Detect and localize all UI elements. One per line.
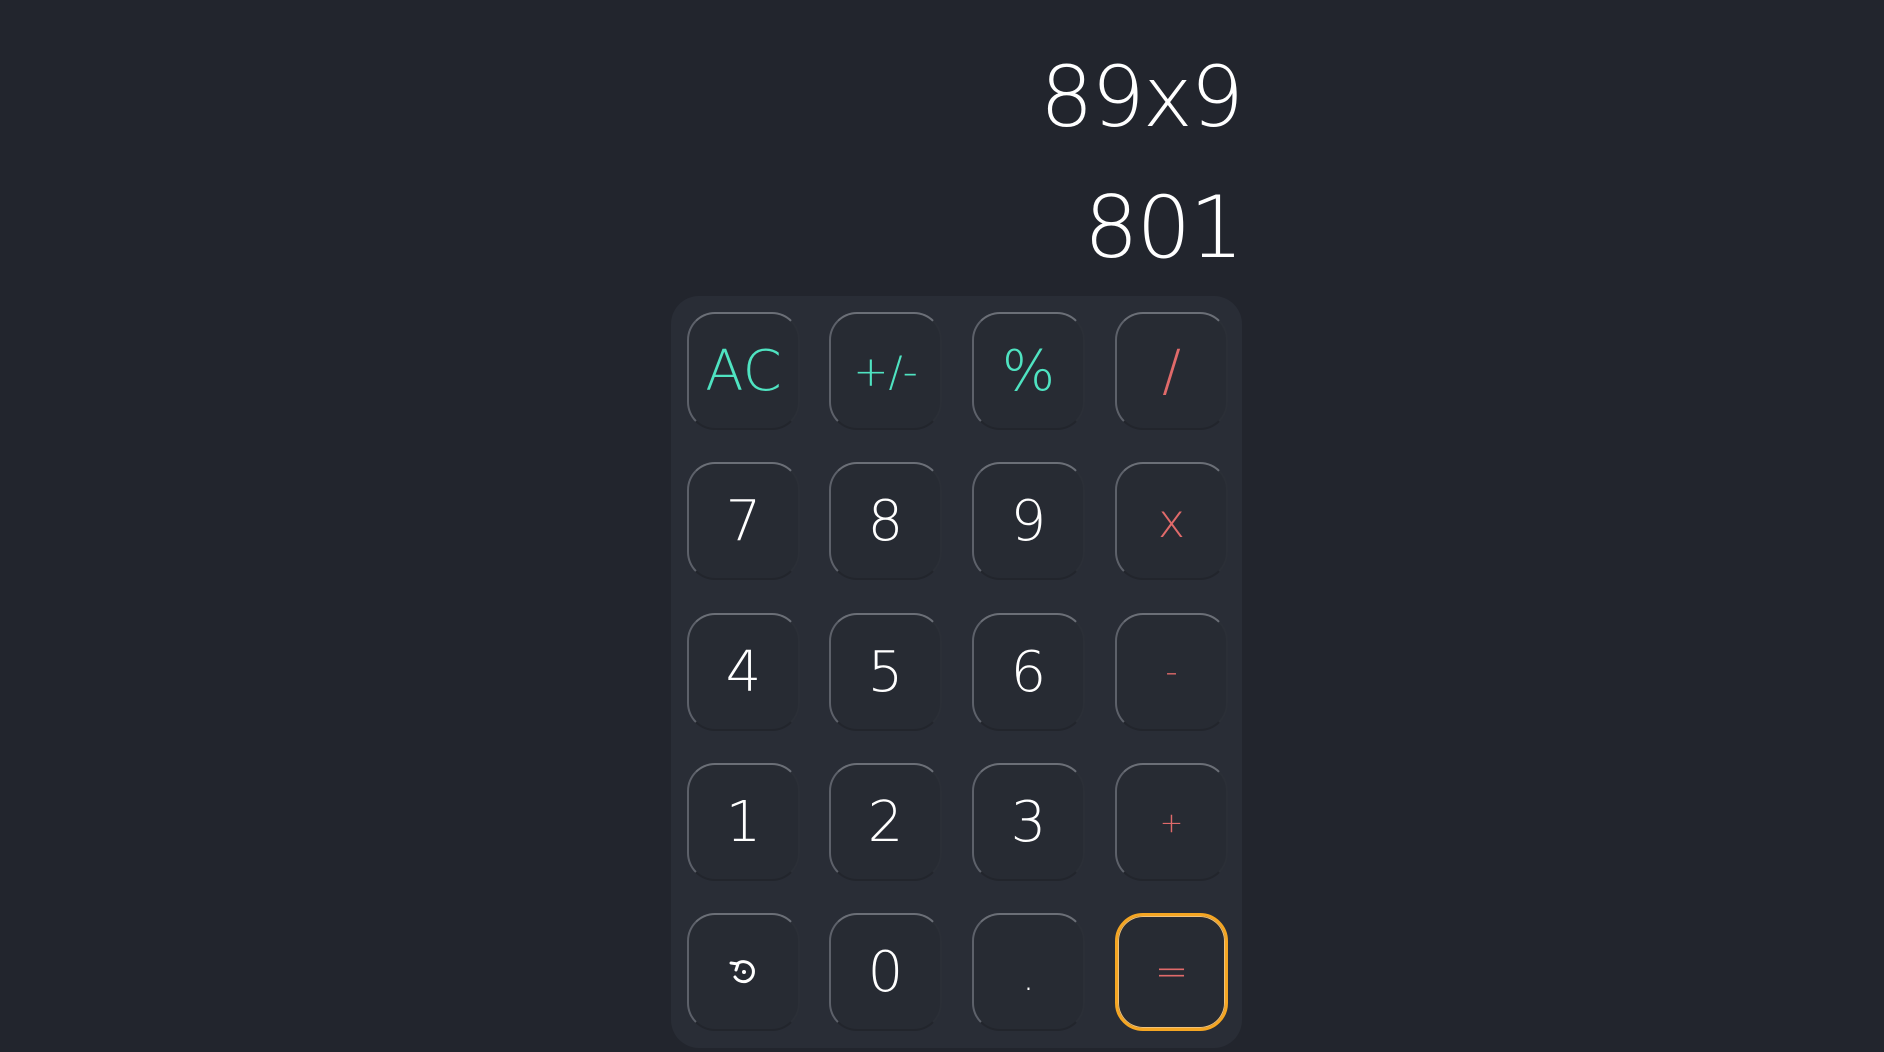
result-display: 801 (1083, 178, 1244, 278)
keypad: AC +/- % / 7 8 9 x 4 5 6 - 1 2 3 + 0 . = (671, 296, 1242, 1048)
digit-4-button[interactable]: 4 (687, 613, 800, 731)
equals-button[interactable]: = (1115, 913, 1228, 1031)
calculator-app: 89x9 801 AC +/- % / 7 8 9 x 4 5 6 - 1 2 … (0, 0, 1884, 1052)
negate-button[interactable]: +/- (829, 312, 942, 430)
expression-display: 89x9 (1039, 48, 1244, 146)
digit-9-button[interactable]: 9 (972, 462, 1085, 580)
digit-3-button[interactable]: 3 (972, 763, 1085, 881)
add-button[interactable]: + (1115, 763, 1228, 881)
history-icon (729, 960, 755, 984)
digit-1-button[interactable]: 1 (687, 763, 800, 881)
digit-5-button[interactable]: 5 (829, 613, 942, 731)
percent-button[interactable]: % (972, 312, 1085, 430)
divide-button[interactable]: / (1115, 312, 1228, 430)
subtract-button[interactable]: - (1115, 613, 1228, 731)
decimal-button[interactable]: . (972, 913, 1085, 1031)
clear-button[interactable]: AC (687, 312, 800, 430)
multiply-button[interactable]: x (1115, 462, 1228, 580)
digit-8-button[interactable]: 8 (829, 462, 942, 580)
digit-7-button[interactable]: 7 (687, 462, 800, 580)
digit-0-button[interactable]: 0 (829, 913, 942, 1031)
history-button[interactable] (687, 913, 800, 1031)
digit-2-button[interactable]: 2 (829, 763, 942, 881)
digit-6-button[interactable]: 6 (972, 613, 1085, 731)
